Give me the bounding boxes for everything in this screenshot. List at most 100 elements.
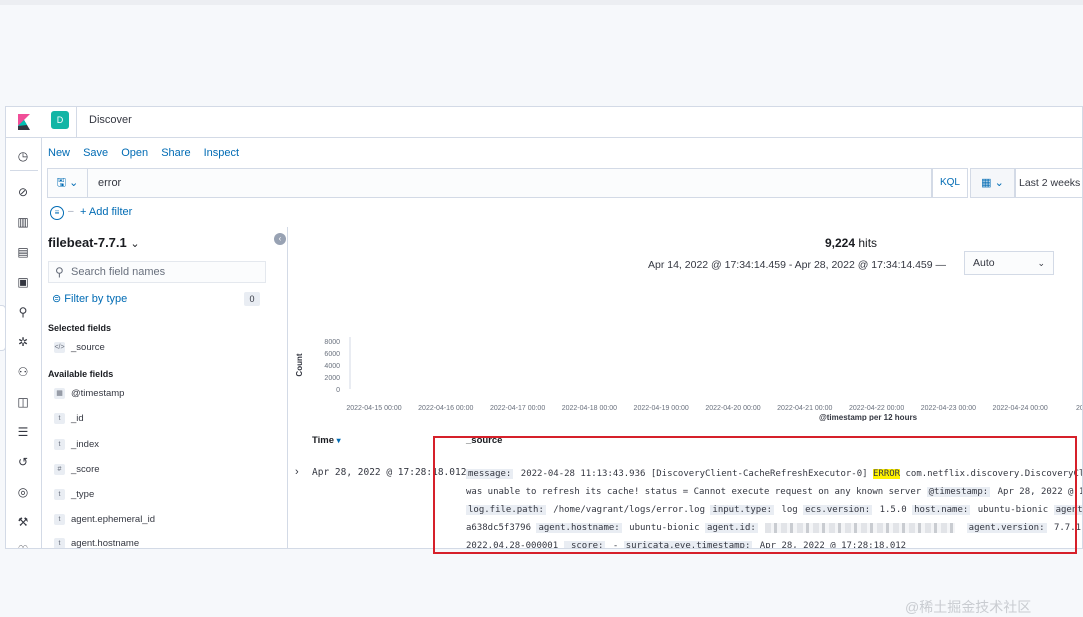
header: D Discover — [6, 107, 1083, 138]
filter-icon: ⊜ — [52, 293, 61, 305]
query-bar: 🖫 ⌄ error — [47, 168, 932, 198]
filter-count-badge: 0 — [244, 292, 260, 306]
y-axis-label: Count — [295, 353, 304, 376]
new-button[interactable]: New — [48, 147, 70, 159]
uptime-icon[interactable]: ↺ — [15, 454, 31, 470]
y-tick-label: 2000 — [324, 375, 340, 382]
field-name: _type — [71, 489, 94, 500]
index-pattern-label: filebeat-7.7.1 — [48, 235, 127, 250]
field-name: _id — [71, 413, 84, 424]
field-name: _score — [71, 464, 100, 475]
save-button[interactable]: Save — [83, 147, 108, 159]
field-item[interactable]: ▦ @timestamp — [54, 388, 124, 399]
y-tick-label: 8000 — [324, 339, 340, 346]
add-filter-button[interactable]: + Add filter — [80, 206, 132, 218]
apm-icon[interactable]: ☰ — [15, 424, 31, 440]
breadcrumb-discover[interactable]: Discover — [89, 114, 132, 126]
field-item[interactable]: tagent.hostname — [54, 538, 139, 549]
field-name: agent.ephemeral_id — [71, 514, 155, 525]
x-tick-label: 2022-04-19 00:00 — [634, 405, 689, 412]
date-range-button[interactable]: Last 2 weeks — [1015, 168, 1083, 198]
header-divider — [76, 107, 77, 138]
x-tick-label: 2022-04-21 00:00 — [777, 405, 832, 412]
available-fields-title: Available fields — [48, 369, 113, 379]
canvas-icon[interactable]: ▣ — [15, 274, 31, 290]
x-tick-label: 2022-04-18 00:00 — [562, 405, 617, 412]
field-item[interactable]: t _id — [54, 413, 84, 424]
string-type-icon: t — [54, 413, 65, 424]
index-pattern-selector[interactable]: filebeat-7.7.1 ⌄ — [48, 235, 140, 250]
string-type-icon: t — [54, 439, 65, 450]
side-nav: ◷ ⊘ ▥ ▤ ▣ ⚲ ✲ ⚇ ◫ ☰ ↺ ◎ ⚒ ♡ — [6, 138, 42, 549]
field-item[interactable]: t agent.ephemeral_id — [54, 514, 155, 525]
interval-value: Auto — [973, 257, 995, 269]
open-button[interactable]: Open — [121, 147, 148, 159]
kibana-logo-icon[interactable] — [14, 112, 34, 132]
string-type-icon: t — [54, 514, 65, 525]
x-tick-label: 2022-04-23 00:00 — [921, 405, 976, 412]
annotation-box — [433, 436, 1077, 554]
maps-icon[interactable]: ⚲ — [15, 304, 31, 320]
filter-options-icon[interactable]: ≡ — [50, 206, 64, 220]
filter-by-type-button[interactable]: ⊜ Filter by type — [52, 292, 127, 305]
chevron-down-icon: ⌄ — [69, 177, 78, 189]
compass-icon[interactable]: ⊘ — [15, 184, 31, 200]
field-source[interactable]: </>_source — [54, 342, 105, 353]
clock-icon[interactable]: ◷ — [15, 148, 31, 164]
field-item[interactable]: t _index — [54, 439, 99, 450]
column-time-label: Time — [312, 435, 334, 446]
sort-down-icon: ▾ — [337, 436, 341, 445]
selected-fields-title: Selected fields — [48, 323, 111, 333]
nav-toggle-tab[interactable] — [0, 305, 6, 351]
hits-count: 9,224 hits — [825, 236, 877, 250]
x-tick-label: 2022-04-2 — [1076, 405, 1083, 412]
dashboard-icon[interactable]: ▤ — [15, 244, 31, 260]
field-search-input[interactable]: ⚲ Search field names — [48, 261, 266, 283]
x-tick-label: 2022-04-17 00:00 — [490, 405, 545, 412]
number-type-icon: # — [54, 464, 65, 475]
field-name: _source — [71, 342, 105, 353]
x-tick-label: 2022-04-24 00:00 — [993, 405, 1048, 412]
date-type-icon: ▦ — [54, 388, 65, 399]
field-item[interactable]: t_type — [54, 489, 94, 500]
x-tick-label: 2022-04-16 00:00 — [418, 405, 473, 412]
filter-by-type-label: Filter by type — [64, 293, 127, 305]
bar-chart-icon[interactable]: ▥ — [15, 214, 31, 230]
interval-select[interactable]: Auto⌄ — [964, 251, 1054, 275]
logs-icon[interactable]: ◫ — [15, 394, 31, 410]
search-input[interactable]: error — [98, 177, 121, 189]
metrics-icon[interactable]: ⚇ — [15, 364, 31, 380]
filter-divider: – — [68, 206, 74, 217]
saved-query-button[interactable]: 🖫 ⌄ — [48, 169, 88, 197]
x-tick-label: 2022-04-22 00:00 — [849, 405, 904, 412]
histogram-chart[interactable]: Count800060004000200002022-04-15 00:0020… — [288, 291, 1083, 421]
x-tick-label: 2022-04-15 00:00 — [346, 405, 401, 412]
date-quick-menu-button[interactable]: ▦ ⌄ — [970, 168, 1015, 198]
field-name: _index — [71, 439, 99, 450]
collapse-sidebar-icon[interactable]: ‹ — [274, 233, 286, 245]
hits-number: 9,224 — [825, 236, 855, 250]
watermark: @稀土掘金技术社区 — [905, 597, 1031, 617]
field-sidebar: filebeat-7.7.1 ⌄ ‹ ⚲ Search field names … — [42, 227, 288, 549]
kql-language-button[interactable]: KQL — [932, 168, 968, 198]
column-time[interactable]: Time ▾ — [312, 435, 341, 446]
search-icon: ⚲ — [55, 262, 64, 282]
monitoring-icon[interactable]: ♡ — [15, 542, 31, 549]
hits-label: hits — [858, 236, 877, 250]
siem-icon[interactable]: ◎ — [15, 484, 31, 500]
space-avatar[interactable]: D — [51, 111, 69, 129]
dev-tools-icon[interactable]: ⚒ — [15, 514, 31, 530]
field-name: @timestamp — [71, 388, 124, 399]
chevron-down-icon: ⌄ — [995, 177, 1004, 189]
x-axis-label: @timestamp per 12 hours — [819, 413, 918, 421]
y-tick-label: 6000 — [324, 351, 340, 358]
expand-row-icon[interactable]: › — [295, 466, 299, 478]
chevron-down-icon: ⌄ — [130, 238, 139, 250]
string-type-icon: t — [54, 538, 65, 549]
share-button[interactable]: Share — [161, 147, 190, 159]
top-strip — [0, 0, 1083, 5]
ml-icon[interactable]: ✲ — [15, 334, 31, 350]
field-item[interactable]: # _score — [54, 464, 100, 475]
inspect-button[interactable]: Inspect — [204, 147, 239, 159]
y-tick-label: 4000 — [324, 363, 340, 370]
